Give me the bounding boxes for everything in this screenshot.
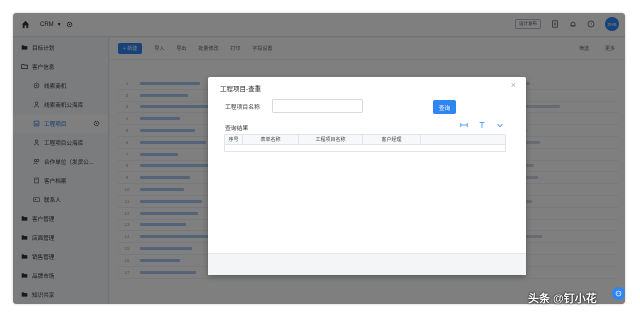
project-name-label: 工程项目名称 xyxy=(225,105,260,111)
dialog-footer xyxy=(208,253,526,275)
column-header[interactable]: 工程项目名称 xyxy=(299,135,363,144)
result-table: 序号 表单名称 工程项目名称 客户经理 xyxy=(224,134,506,152)
column-settings-icon[interactable] xyxy=(478,121,486,129)
result-table-header: 序号 表单名称 工程项目名称 客户经理 xyxy=(225,135,505,145)
duplicate-check-dialog: 工程项目-查重 × 工程项目名称 查询 查询结果 序号 表单名称 工程项目名称 … xyxy=(208,77,526,275)
query-button[interactable]: 查询 xyxy=(433,100,456,114)
result-label: 查询结果 xyxy=(225,126,249,132)
floating-action-button[interactable] xyxy=(612,287,625,300)
result-table-body xyxy=(225,145,505,151)
column-header[interactable]: 表单名称 xyxy=(243,135,299,144)
assistant-icon xyxy=(615,290,622,297)
column-header[interactable]: 序号 xyxy=(225,135,243,144)
expand-width-icon[interactable] xyxy=(460,121,468,129)
column-header[interactable]: 客户经理 xyxy=(363,135,421,144)
watermark: 头条 @钉小花 xyxy=(528,293,597,305)
result-tools xyxy=(460,121,504,129)
column-header-empty xyxy=(421,135,505,144)
chevron-down-icon[interactable] xyxy=(496,121,504,129)
close-icon[interactable]: × xyxy=(511,81,516,90)
project-name-input[interactable] xyxy=(272,99,363,113)
dialog-title: 工程项目-查重 xyxy=(220,86,262,93)
